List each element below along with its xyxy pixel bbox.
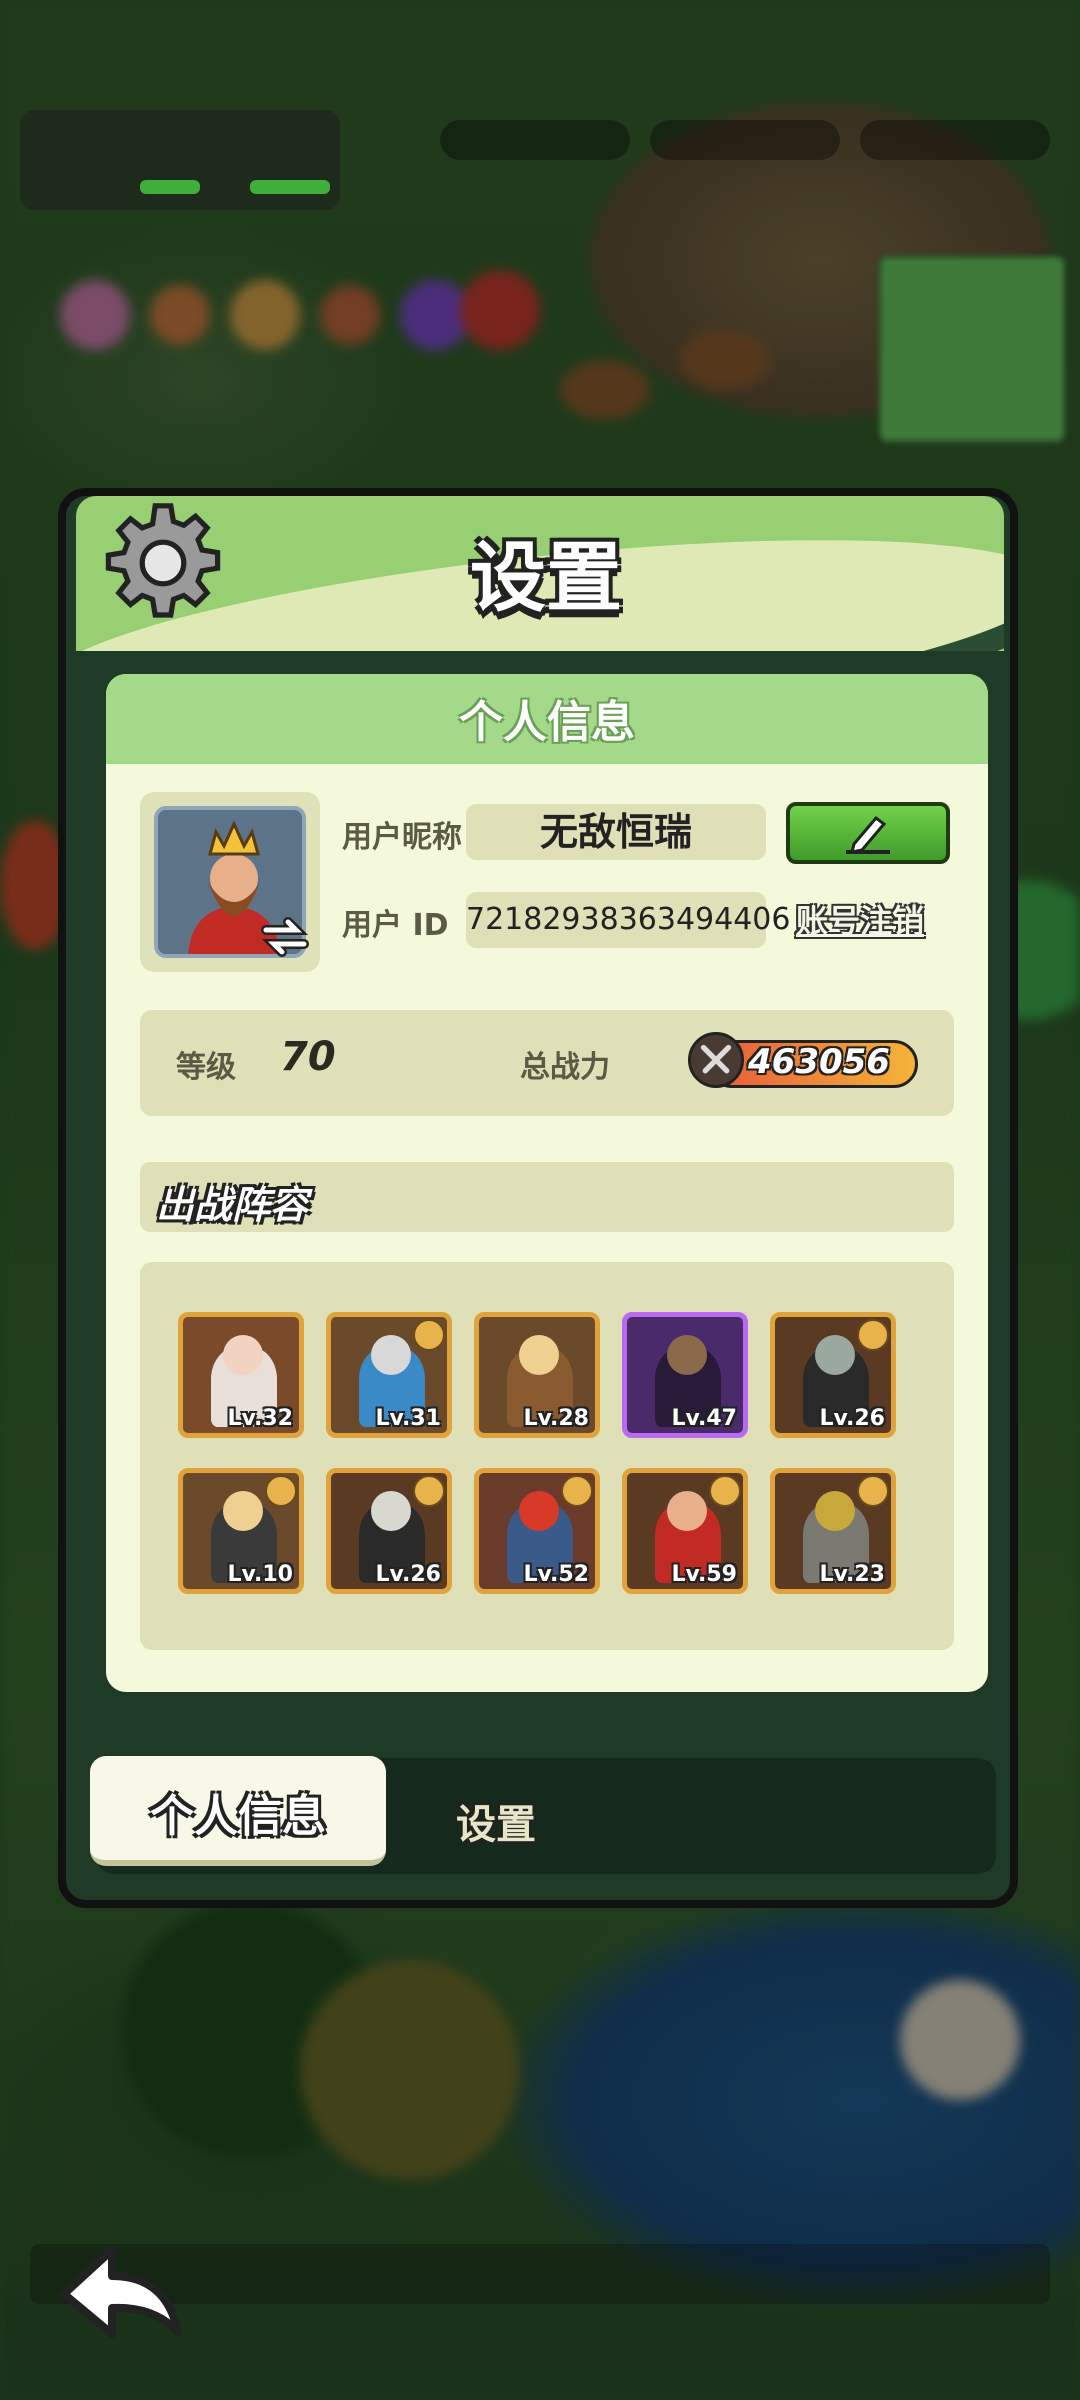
- hero-level: Lv.31: [375, 1406, 441, 1431]
- crossed-swords-icon: [688, 1032, 744, 1088]
- back-arrow-icon[interactable]: [54, 2236, 194, 2346]
- account-cancel-link[interactable]: 账号注销: [796, 896, 924, 942]
- hero-level: Lv.26: [375, 1562, 441, 1587]
- crown-badge-icon: [413, 1475, 445, 1507]
- hero-level: Lv.52: [523, 1562, 589, 1587]
- hero-slot[interactable]: Lv.26: [770, 1312, 896, 1438]
- hero-slot[interactable]: Lv.32: [178, 1312, 304, 1438]
- power-label: 总战力: [520, 1050, 610, 1085]
- hp-bar: [140, 180, 200, 194]
- hero-level: Lv.23: [819, 1562, 885, 1587]
- level-value: 70: [280, 1034, 336, 1080]
- nickname-label: 用户昵称: [342, 820, 462, 855]
- dialog-title: 设置: [470, 533, 622, 622]
- resource-counter: [440, 120, 630, 160]
- hero-tag-icon: [265, 1475, 297, 1507]
- hero-tag-icon: [857, 1319, 889, 1351]
- team-section-header: 出战阵容: [140, 1162, 954, 1232]
- tab-settings[interactable]: 设置: [456, 1792, 536, 1850]
- user-id-field: 72182938363494406: [466, 892, 790, 948]
- pencil-icon: [846, 815, 890, 854]
- hero-slot[interactable]: Lv.10: [178, 1468, 304, 1594]
- power-badge: 463056: [688, 1032, 924, 1092]
- hero-tag-icon: [561, 1475, 593, 1507]
- tab-profile-label: 个人信息: [150, 1791, 326, 1842]
- minimap: [878, 255, 1066, 443]
- hero-slot[interactable]: Lv.31: [326, 1312, 452, 1438]
- profile-panel: 个人信息 用户昵称 无敌恒瑞 用户 ID 72182938363494406 账…: [106, 674, 988, 1692]
- edit-nickname-button[interactable]: [786, 802, 950, 864]
- team-section-title: 出战阵容: [156, 1183, 309, 1227]
- team-lineup: Lv.32 Lv.31 Lv.28 Lv.47 Lv.26 Lv.10 Lv.2…: [140, 1262, 954, 1650]
- hero-level: Lv.32: [227, 1406, 293, 1431]
- hero-level: Lv.10: [227, 1562, 293, 1587]
- level-label: 等级: [176, 1050, 236, 1085]
- player-status-bar: [20, 110, 340, 210]
- hero-slot[interactable]: Lv.52: [474, 1468, 600, 1594]
- power-value: 463056: [748, 1042, 890, 1082]
- crown-badge-icon: [709, 1475, 741, 1507]
- stats-bar: 等级 70 总战力 463056: [140, 1010, 954, 1116]
- hero-slot[interactable]: Lv.47: [622, 1312, 748, 1438]
- hero-level: Lv.59: [671, 1562, 737, 1587]
- tab-profile[interactable]: 个人信息: [90, 1756, 386, 1866]
- hero-level: Lv.28: [523, 1406, 589, 1431]
- profile-section-title: 个人信息: [459, 697, 635, 748]
- avatar-frame[interactable]: [140, 792, 320, 972]
- hp-bar: [250, 180, 330, 194]
- settings-dialog: 设置 个人信息 用户昵称 无敌恒瑞 用户 ID 7218293836349440…: [58, 488, 1018, 1908]
- resource-counter: [650, 120, 840, 160]
- hero-tag-icon: [413, 1319, 445, 1351]
- hero-slot[interactable]: Lv.59: [622, 1468, 748, 1594]
- user-id-label: 用户 ID: [342, 908, 449, 943]
- hero-slot[interactable]: Lv.26: [326, 1468, 452, 1594]
- hero-slot[interactable]: Lv.28: [474, 1312, 600, 1438]
- hero-level: Lv.47: [671, 1406, 737, 1431]
- resource-counter: [860, 120, 1050, 160]
- dialog-tab-bar: 个人信息 设置: [90, 1756, 996, 1874]
- hero-tag-icon: [857, 1475, 889, 1507]
- hero-level: Lv.26: [819, 1406, 885, 1431]
- swap-arrows-icon[interactable]: [258, 910, 312, 964]
- hero-slot[interactable]: Lv.23: [770, 1468, 896, 1594]
- nickname-field: 无敌恒瑞: [466, 804, 766, 860]
